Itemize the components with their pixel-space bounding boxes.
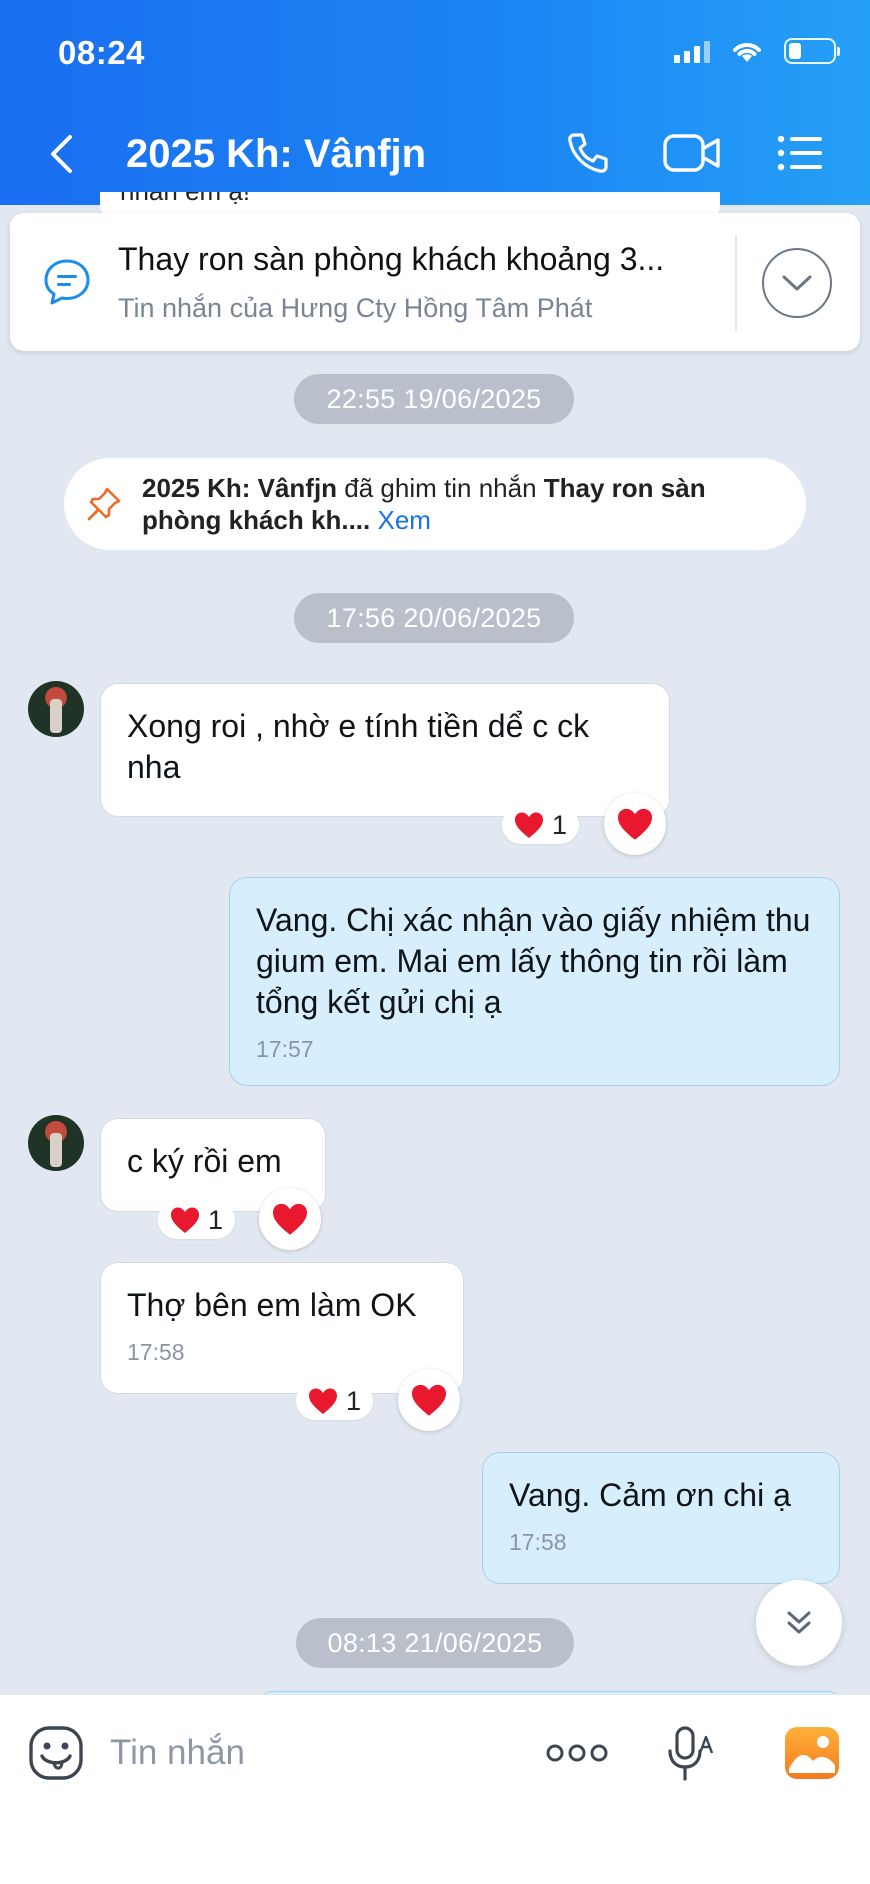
- video-call-icon: [663, 134, 720, 172]
- chat-header: 08:24 2025 Kh: Vânfjn: [0, 0, 870, 205]
- incoming-message[interactable]: Thợ bên em làm OK 17:58: [100, 1262, 464, 1394]
- battery-icon: [784, 38, 840, 64]
- heart-icon: [309, 1388, 337, 1414]
- react-button[interactable]: [259, 1188, 321, 1250]
- heart-icon: [618, 808, 652, 840]
- more-icon: [546, 1744, 608, 1762]
- call-button[interactable]: [560, 124, 616, 182]
- view-pinned-link[interactable]: Xem: [370, 505, 430, 535]
- avatar[interactable]: [28, 1115, 84, 1171]
- incoming-message[interactable]: Xong roi , nhờ e tính tiền dể c ck nha: [100, 683, 670, 817]
- back-icon: [51, 135, 72, 173]
- pinned-subtitle: Tin nhắn của Hưng Cty Hồng Tâm Phát: [118, 293, 593, 323]
- status-icons: [674, 38, 840, 64]
- pinned-message-icon: [44, 259, 90, 305]
- pinned-title: Thay ron sàn phòng khách khoảng 3...: [118, 241, 665, 277]
- status-time: 08:24: [58, 34, 145, 71]
- chevron-down-icon: [782, 275, 812, 291]
- gallery-icon: [785, 1727, 839, 1779]
- message-input-bar: Tin nhắn: [0, 1694, 870, 1884]
- menu-list-icon: [777, 135, 822, 171]
- heart-icon: [273, 1203, 307, 1235]
- message-input[interactable]: Tin nhắn: [110, 1733, 245, 1773]
- options-button[interactable]: [774, 124, 826, 182]
- reaction-count[interactable]: 1: [158, 1201, 236, 1239]
- wifi-icon: [733, 43, 761, 62]
- message-text: Thợ bên em làm OK: [127, 1287, 417, 1323]
- emoji-icon: [29, 1726, 83, 1780]
- message-time: 17:57: [256, 1036, 314, 1062]
- react-button[interactable]: [398, 1369, 460, 1431]
- date-separator: 08:13 21/06/2025: [296, 1618, 574, 1668]
- message-time: 17:58: [127, 1339, 185, 1365]
- date-separator: 22:55 19/06/2025: [294, 374, 574, 424]
- video-call-button[interactable]: [660, 124, 724, 182]
- heart-icon: [515, 812, 543, 838]
- pin-icon: [87, 487, 121, 521]
- message-text: Xong roi , nhờ e tính tiền dể c ck nha: [127, 708, 590, 785]
- outgoing-message[interactable]: Vang. Cảm ơn chi ạ 17:58: [482, 1452, 840, 1584]
- date-separator: 17:56 20/06/2025: [294, 593, 574, 643]
- phone-icon: [568, 133, 608, 173]
- outgoing-message[interactable]: Vang. Chị xác nhận vào giấy nhiệm thu gi…: [229, 877, 840, 1086]
- pin-notice-text: 2025 Kh: Vânfjn đã ghim tin nhắn Thay ro…: [142, 473, 706, 535]
- gallery-button[interactable]: [782, 1723, 842, 1783]
- react-button[interactable]: [604, 793, 666, 855]
- conversation-title[interactable]: 2025 Kh: Vânfjn: [126, 132, 426, 177]
- signal-icon: [674, 39, 710, 63]
- scroll-down-icon: [787, 1611, 811, 1634]
- pin-notice: 2025 Kh: Vânfjn đã ghim tin nhắn Thay ro…: [64, 458, 806, 550]
- back-button[interactable]: [46, 128, 86, 180]
- heart-icon: [412, 1384, 446, 1416]
- message-text: Vang. Chị xác nhận vào giấy nhiệm thu gi…: [256, 902, 811, 1020]
- reaction-count[interactable]: 1: [502, 806, 580, 844]
- message-time: 17:58: [509, 1529, 567, 1555]
- message-text: c ký rồi em: [127, 1143, 282, 1179]
- voice-icon: [668, 1726, 714, 1781]
- pinned-message-card[interactable]: Thay ron sàn phòng khách khoảng 3... Tin…: [10, 213, 860, 351]
- heart-icon: [171, 1207, 199, 1233]
- more-button[interactable]: [544, 1733, 610, 1773]
- message-text: Vang. Cảm ơn chi ạ: [509, 1477, 791, 1513]
- scroll-to-bottom-button[interactable]: [756, 1580, 842, 1666]
- divider: [735, 235, 737, 331]
- expand-pinned-button[interactable]: [762, 248, 832, 318]
- emoji-button[interactable]: [26, 1723, 86, 1783]
- reaction-count[interactable]: 1: [296, 1382, 374, 1420]
- voice-button[interactable]: [664, 1723, 716, 1785]
- avatar[interactable]: [28, 681, 84, 737]
